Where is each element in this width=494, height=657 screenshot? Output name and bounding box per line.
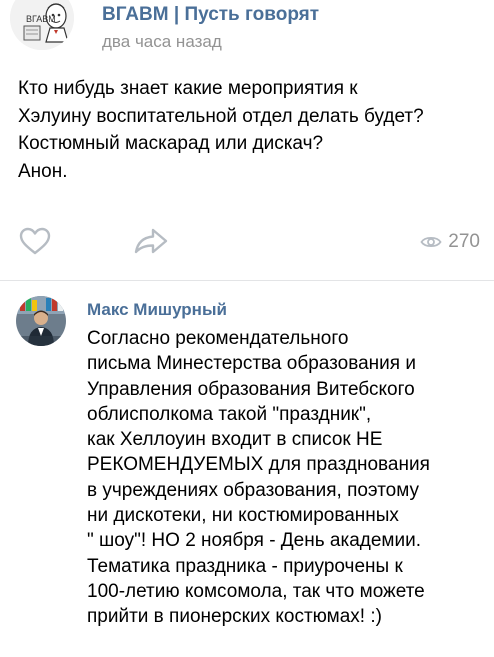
- group-avatar-image: ВГАВМ: [10, 0, 74, 50]
- like-button[interactable]: [18, 226, 52, 256]
- views-count: 270: [448, 231, 480, 252]
- views-counter: 270: [420, 230, 480, 254]
- comment-author-link[interactable]: Макс Мишурный: [87, 300, 227, 320]
- comment-text-line: Тематика праздника - приурочены к: [87, 555, 403, 577]
- comment-text-line: Согласно рекомендательного: [87, 328, 349, 349]
- comment-text-line: РЕКОМЕНДУЕМЫХ для празднования: [87, 454, 430, 476]
- post-text-line: Костюмный маскарад или дискач?: [18, 133, 324, 154]
- comment-text-line: 100-летию комсомола, так что можете: [87, 580, 425, 602]
- comment-text-line: ни дискотеки, ни костюмированных: [87, 505, 399, 527]
- commenter-avatar-image: [16, 296, 66, 346]
- post-timestamp[interactable]: два часа назад: [102, 32, 222, 52]
- comment-text: Согласно рекомендательного письма Минест…: [87, 326, 492, 630]
- post-comment-divider: [0, 280, 494, 281]
- commenter-avatar[interactable]: [16, 296, 66, 346]
- comment-text-line: прийти в пионерских костюмах! :): [87, 606, 382, 628]
- post-author-link[interactable]: ВГАВМ | Пусть говорят: [102, 4, 319, 26]
- comment-text-line: как Хеллоуин входит в список НЕ: [87, 429, 383, 451]
- post-header: ВГАВМ ВГАВМ | Пусть говорят два часа наз…: [0, 0, 494, 62]
- svg-text:ВГАВМ: ВГАВМ: [26, 14, 56, 24]
- heart-icon: [19, 227, 51, 255]
- post-text-line: Хэлуину воспитательной отдел делать буде…: [18, 105, 424, 127]
- comment-text-line: " шоу"! НО 2 ноября - День академии.: [87, 530, 421, 552]
- comment-text-line: Управления образования Витебского: [87, 378, 415, 400]
- group-avatar[interactable]: ВГАВМ: [10, 0, 74, 50]
- comment-text-line: облисполкома такой "праздник",: [87, 403, 372, 425]
- post-text-line: Анон.: [18, 160, 68, 182]
- post-actions-bar: 270: [0, 222, 494, 262]
- comment-text-line: письма Минестерства образования и: [87, 353, 416, 375]
- post-text-line: Кто нибудь знает какие мероприятия к: [18, 78, 358, 99]
- comment-text-line: в учреждениях образования, поэтому: [87, 479, 420, 501]
- eye-icon: [420, 236, 442, 248]
- share-button[interactable]: [133, 226, 169, 256]
- vk-post-screen: ВГАВМ ВГАВМ | Пусть говорят два часа наз…: [0, 0, 494, 657]
- post-text: Кто нибудь знает какие мероприятия к Хэл…: [18, 75, 488, 185]
- share-arrow-icon: [134, 228, 168, 254]
